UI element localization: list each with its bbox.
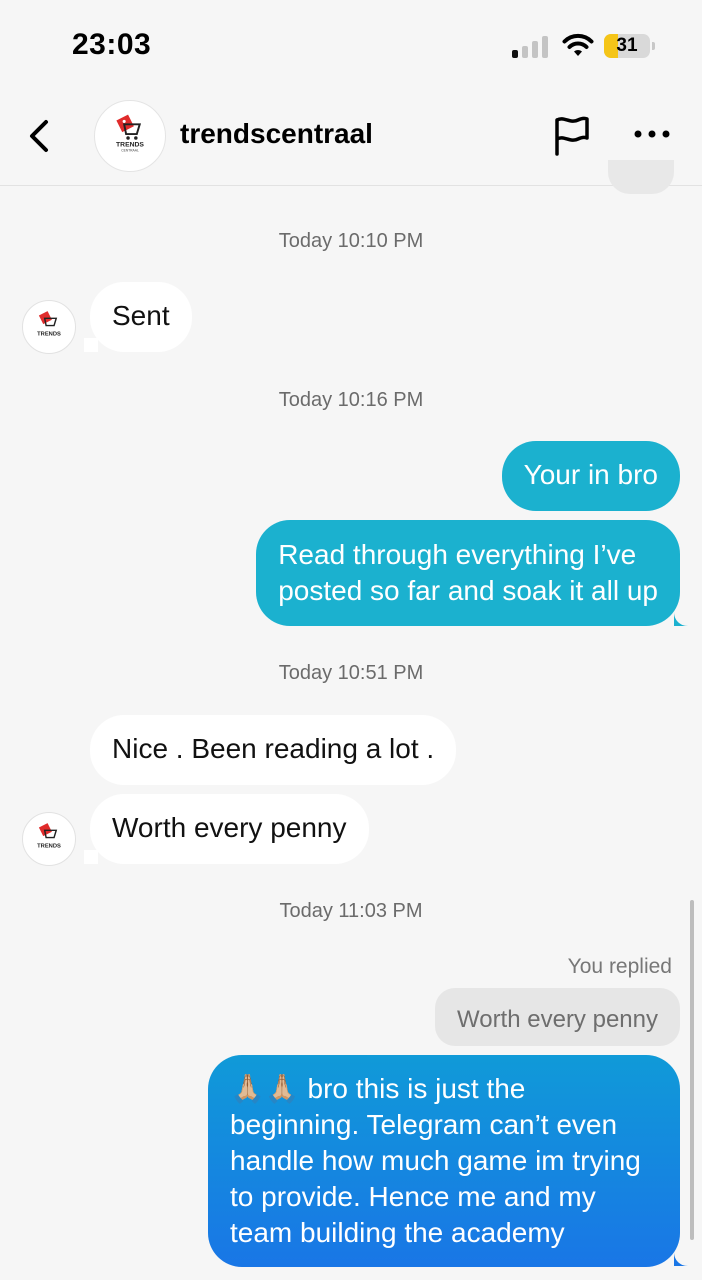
- more-options-button[interactable]: [632, 126, 672, 142]
- sender-avatar[interactable]: TRENDS: [22, 812, 76, 866]
- reply-label: You replied: [567, 955, 672, 978]
- trends-logo-icon: TRENDS CENTRAAL: [116, 114, 144, 153]
- timestamp: Today 11:03 PM: [279, 900, 423, 922]
- incoming-message[interactable]: Nice . Been reading a lot .: [90, 715, 457, 785]
- more-horizontal-icon: [634, 130, 670, 138]
- report-flag-button[interactable]: [552, 114, 592, 158]
- outgoing-message[interactable]: Your in bro: [501, 441, 680, 511]
- chat-header: TRENDS CENTRAAL trendscentraal: [0, 90, 702, 186]
- message-line: posted so far and soak it all up: [278, 575, 658, 606]
- cellular-signal-icon: [512, 36, 550, 58]
- battery-level: 31: [616, 35, 638, 56]
- outgoing-message[interactable]: 🙏🏼🙏🏼 bro this is just the beginning. Tel…: [208, 1055, 680, 1267]
- outgoing-message[interactable]: Read through everything I’ve posted so f…: [256, 520, 680, 626]
- contact-name[interactable]: trendscentraal: [180, 118, 373, 150]
- message-line: team building the academy: [230, 1217, 565, 1248]
- timestamp: Today 10:51 PM: [278, 662, 424, 684]
- message-line: to provide. Hence me and my: [230, 1181, 596, 1212]
- svg-text:CENTRAAL: CENTRAAL: [121, 149, 139, 153]
- sender-avatar[interactable]: TRENDS: [22, 300, 76, 354]
- timestamp: Today 10:16 PM: [278, 389, 424, 411]
- message-line: 🙏🏼🙏🏼 bro this is just the: [230, 1073, 526, 1104]
- wifi-icon: [561, 32, 595, 58]
- trends-logo-icon: TRENDS: [37, 311, 61, 338]
- message-line: handle how much game im trying: [230, 1145, 641, 1176]
- svg-text:TRENDS: TRENDS: [37, 844, 61, 850]
- svg-text:TRENDS: TRENDS: [37, 332, 61, 338]
- timestamp: Today 10:10 PM: [278, 230, 424, 252]
- status-bar: 23:03 31: [0, 0, 702, 90]
- reply-preview[interactable]: Worth every penny: [435, 988, 680, 1046]
- flag-icon: [555, 116, 589, 156]
- battery-icon: 31: [604, 34, 655, 58]
- contact-avatar[interactable]: TRENDS CENTRAAL: [94, 100, 166, 172]
- back-button[interactable]: [24, 116, 58, 156]
- incoming-message[interactable]: Worth every penny: [90, 794, 369, 864]
- status-time: 23:03: [72, 28, 152, 61]
- message-line: Read through everything I’ve: [278, 539, 637, 570]
- scrollbar[interactable]: [690, 900, 694, 1240]
- previous-message-bubble: [608, 160, 674, 194]
- incoming-message[interactable]: Sent: [90, 282, 192, 352]
- message-line: beginning. Telegram can’t even: [230, 1109, 618, 1140]
- chevron-left-icon: [30, 120, 48, 152]
- trends-logo-icon: TRENDS: [37, 823, 61, 850]
